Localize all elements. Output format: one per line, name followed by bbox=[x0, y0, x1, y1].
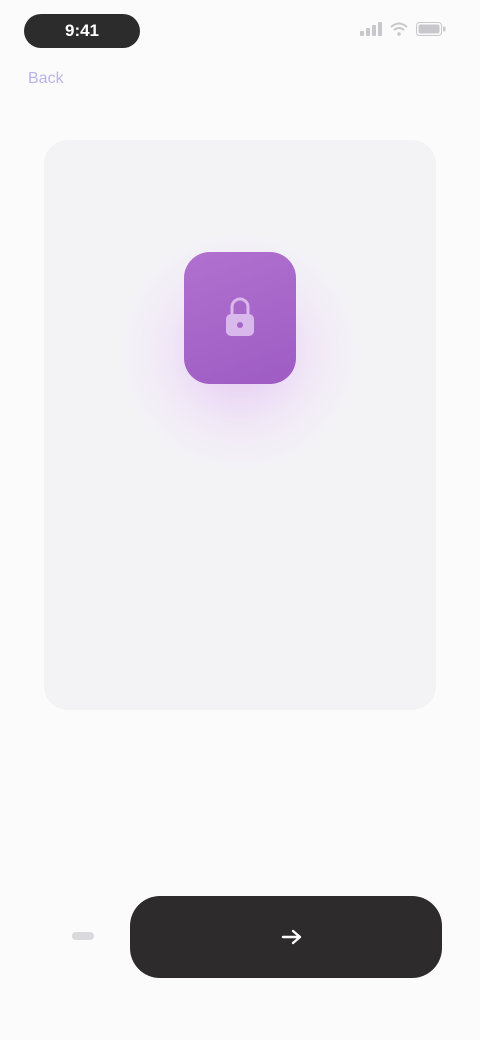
continue-button[interactable] bbox=[130, 896, 442, 978]
onboarding-screen: 9:41 Back bbox=[0, 0, 480, 1040]
battery-icon bbox=[416, 22, 446, 36]
status-bar: 9:41 bbox=[0, 0, 480, 64]
feature-card bbox=[44, 140, 436, 710]
status-icons bbox=[360, 22, 446, 36]
pager-dot bbox=[72, 932, 94, 940]
arrow-right-icon bbox=[281, 929, 302, 945]
signal-icon bbox=[360, 22, 382, 36]
app-icon bbox=[184, 252, 296, 384]
back-link[interactable]: Back bbox=[28, 70, 64, 88]
lock-icon bbox=[226, 297, 254, 336]
wifi-icon bbox=[390, 22, 408, 36]
status-time: 9:41 bbox=[24, 14, 140, 48]
